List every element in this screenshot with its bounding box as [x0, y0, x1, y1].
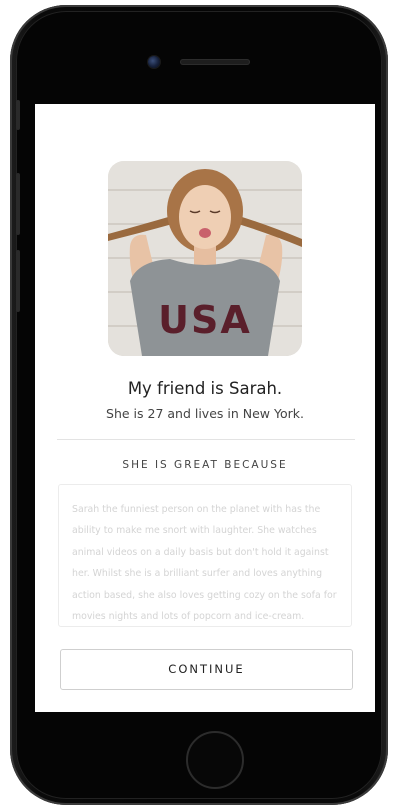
lips: [199, 228, 211, 238]
face: [179, 185, 231, 249]
volume-up-button: [16, 173, 20, 235]
continue-button[interactable]: CONTINUE: [60, 649, 353, 690]
profile-title: My friend is Sarah.: [127, 379, 283, 398]
front-camera-icon: [148, 56, 160, 68]
description-textarea[interactable]: Sarah the funniest person on the planet …: [58, 484, 352, 627]
profile-photo-illustration: USA: [108, 161, 302, 356]
home-button[interactable]: [186, 731, 244, 789]
app-screen: USA My friend is Sarah. She is 27 and li…: [35, 104, 375, 712]
mute-switch: [16, 100, 20, 130]
divider: [57, 439, 355, 440]
volume-down-button: [16, 250, 20, 312]
profile-subtitle: She is 27 and lives in New York.: [106, 406, 304, 421]
earpiece-speaker: [180, 59, 250, 65]
profile-photo: USA: [108, 161, 302, 356]
shirt-text: USA: [158, 298, 252, 342]
section-heading: SHE IS GREAT BECAUSE: [122, 459, 288, 471]
